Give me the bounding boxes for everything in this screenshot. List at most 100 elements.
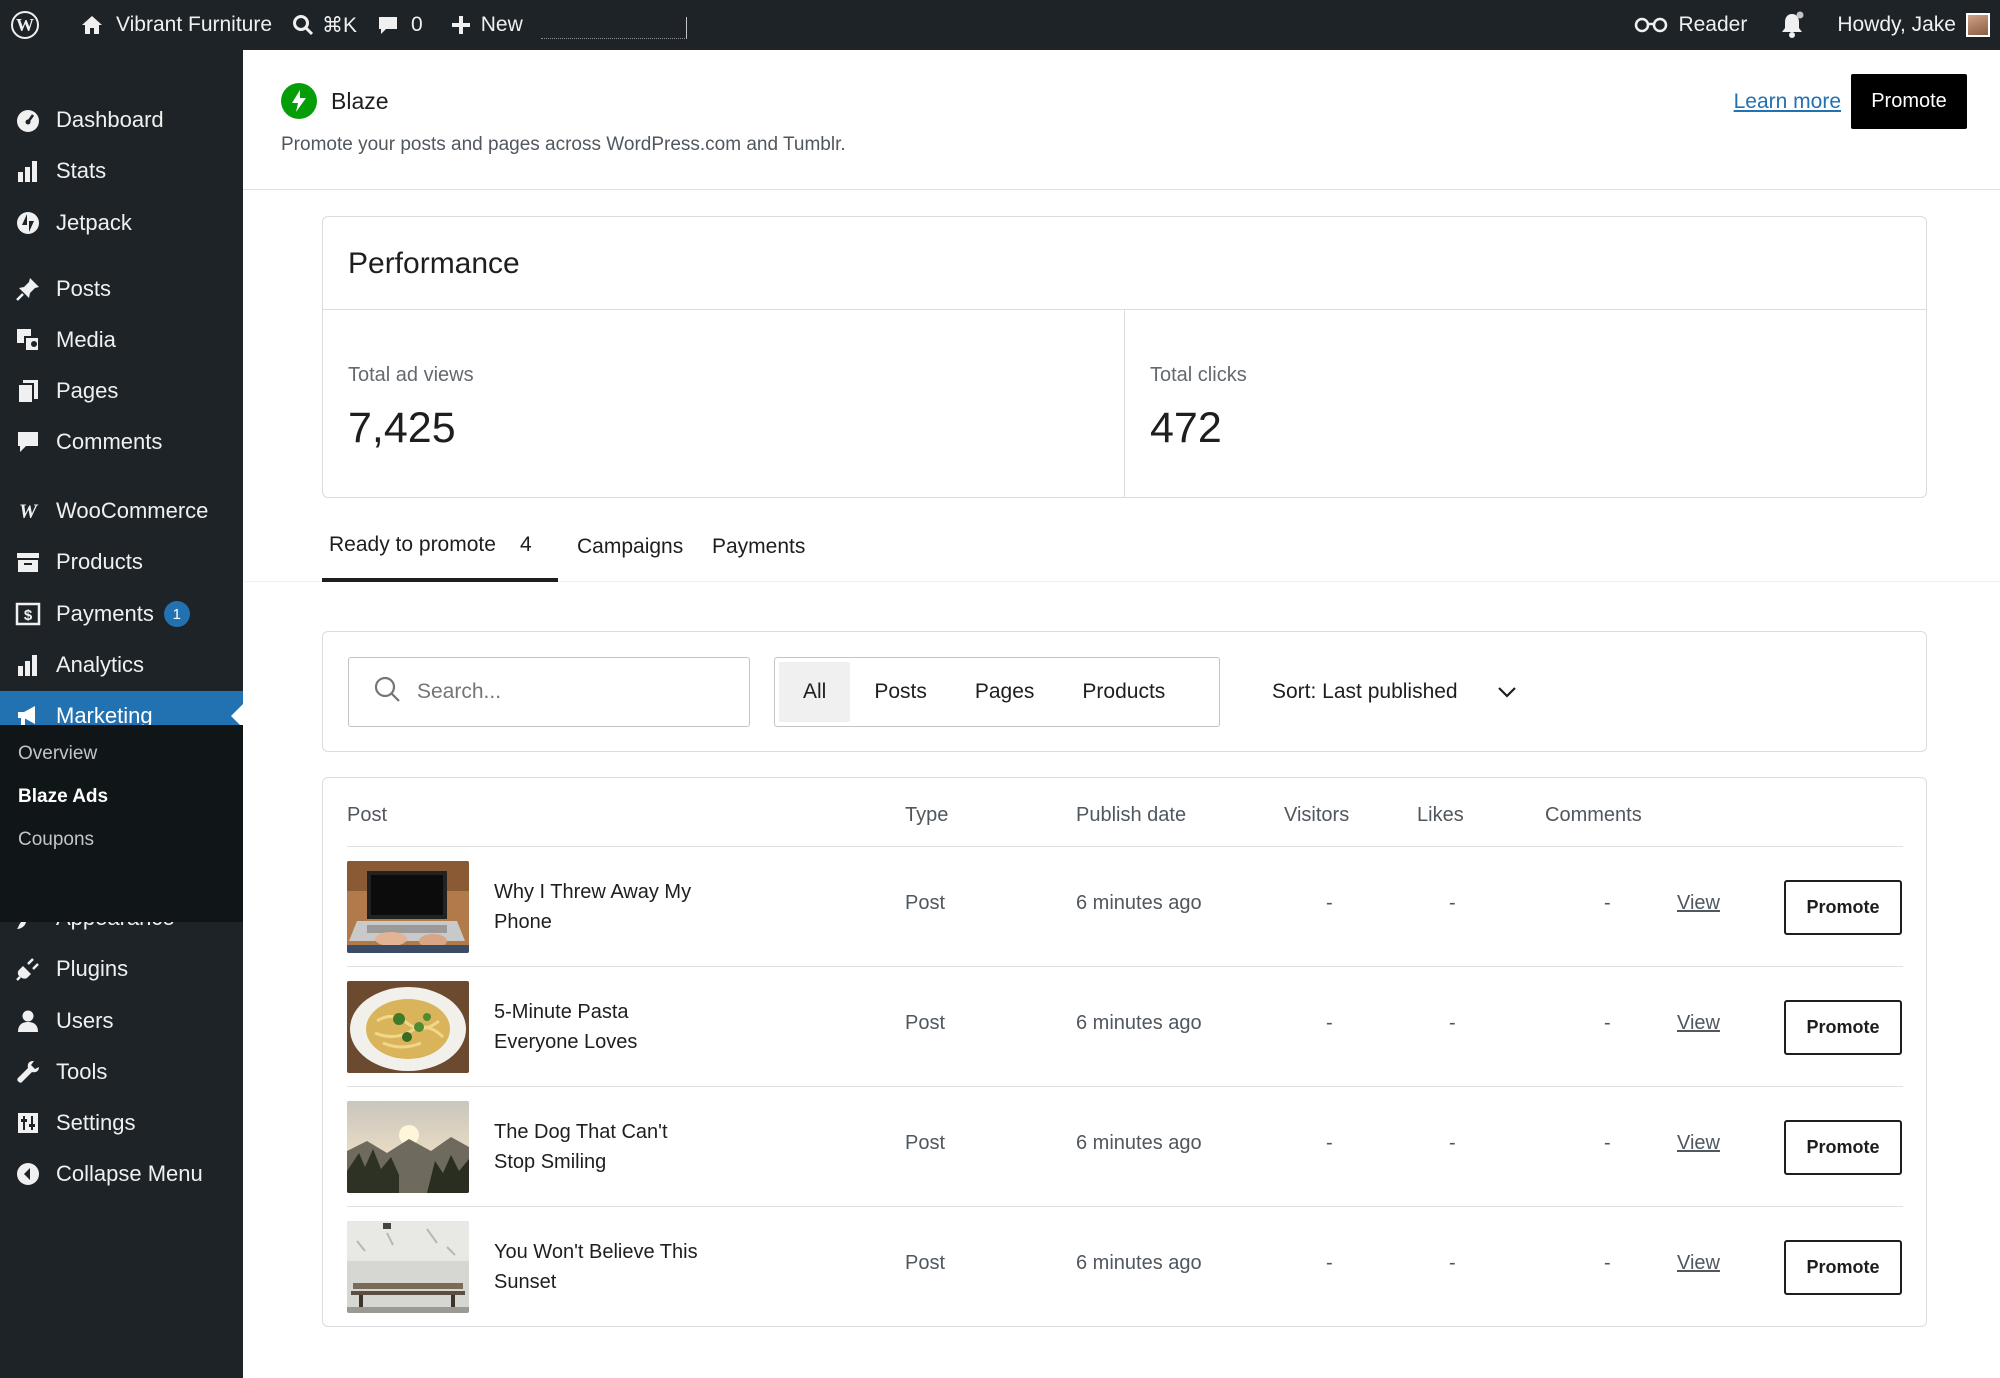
site-name-link[interactable]: Vibrant Furniture — [50, 0, 282, 50]
visitors-value: - — [1326, 1252, 1333, 1274]
learn-more-link[interactable]: Learn more — [1734, 90, 1841, 114]
post-thumbnail[interactable] — [347, 1101, 469, 1193]
pin-icon — [14, 275, 42, 303]
account-menu[interactable]: Howdy, Jake — [1827, 0, 2000, 50]
sidebar-item-tools[interactable]: Tools — [0, 1047, 243, 1097]
view-link[interactable]: View — [1677, 1132, 1720, 1155]
post-title[interactable]: Why I Threw Away My Phone — [494, 877, 714, 937]
post-thumbnail[interactable] — [347, 861, 469, 953]
comments-link[interactable]: 0 — [367, 0, 433, 50]
sidebar-item-payments[interactable]: $ Payments 1 — [0, 589, 243, 639]
submenu-item-blaze-ads[interactable]: Blaze Ads — [18, 786, 108, 808]
likes-value: - — [1449, 892, 1456, 914]
view-link[interactable]: View — [1677, 892, 1720, 915]
ad-views-value: 7,425 — [348, 404, 456, 452]
new-content-button[interactable]: New — [433, 0, 533, 50]
likes-value: - — [1449, 1252, 1456, 1274]
blaze-brand: Blaze — [281, 83, 389, 119]
page-header: Blaze Promote your posts and pages acros… — [243, 50, 2000, 190]
sidebar-item-dashboard[interactable]: Dashboard — [0, 95, 243, 145]
search-shortcut-label: ⌘K — [322, 13, 358, 37]
sidebar-item-plugins[interactable]: Plugins — [0, 944, 243, 994]
sidebar-item-label: Dashboard — [56, 107, 164, 132]
collapse-icon — [14, 1160, 42, 1188]
promote-post-button[interactable]: Promote — [1784, 1240, 1902, 1295]
post-title[interactable]: The Dog That Can't Stop Smiling — [494, 1117, 714, 1177]
settings-icon — [14, 1109, 42, 1137]
main-content: Blaze Promote your posts and pages acros… — [243, 50, 2000, 1378]
view-link[interactable]: View — [1677, 1012, 1720, 1035]
promote-post-button[interactable]: Promote — [1784, 1120, 1902, 1175]
sidebar-item-label: Collapse Menu — [56, 1161, 203, 1186]
page-title: Blaze — [331, 87, 389, 114]
clicks-value: 472 — [1150, 404, 1222, 452]
publish-date: 6 minutes ago — [1076, 1012, 1202, 1034]
sidebar-item-label: Stats — [56, 158, 107, 183]
sidebar-item-settings[interactable]: Settings — [0, 1098, 243, 1148]
sidebar-item-label: Media — [56, 327, 116, 352]
comments-value: - — [1604, 892, 1611, 914]
dollar-icon: $ — [14, 600, 42, 628]
post-type: Post — [905, 1132, 946, 1154]
new-label: New — [480, 13, 523, 36]
sidebar-item-comments[interactable]: Comments — [0, 417, 243, 467]
promote-button[interactable]: Promote — [1851, 74, 1967, 129]
tab-campaigns[interactable]: Campaigns — [577, 512, 683, 582]
post-title[interactable]: You Won't Believe This Sunset — [494, 1237, 714, 1297]
promote-post-button[interactable]: Promote — [1784, 1000, 1902, 1055]
sidebar-item-collapse-menu[interactable]: Collapse Menu — [0, 1149, 243, 1199]
filter-posts[interactable]: Posts — [850, 662, 951, 722]
comments-value: - — [1604, 1252, 1611, 1274]
notifications-bell-icon[interactable] — [1757, 0, 1827, 50]
sidebar-item-label: Posts — [56, 276, 112, 301]
tab-ready-to-promote[interactable]: Ready to promote 4 — [322, 512, 558, 582]
sort-dropdown[interactable]: Sort: Last published — [1272, 657, 1518, 727]
sidebar-item-pages[interactable]: Pages — [0, 366, 243, 416]
avatar — [1966, 13, 1990, 37]
sidebar-item-label: Settings — [56, 1110, 136, 1135]
filter-pages[interactable]: Pages — [951, 662, 1059, 722]
site-name: Vibrant Furniture — [116, 13, 273, 36]
sidebar-item-users[interactable]: Users — [0, 996, 243, 1046]
sidebar-item-label: Analytics — [56, 652, 145, 677]
posts-table: Post Type Publish date Visitors Likes Co… — [322, 777, 1927, 1327]
ad-views-label: Total ad views — [348, 364, 474, 386]
performance-title: Performance — [348, 247, 520, 280]
search-shortcut[interactable]: ⌘K — [282, 0, 367, 50]
page-subtitle: Promote your posts and pages across Word… — [281, 134, 846, 155]
filter-products[interactable]: Products — [1058, 662, 1189, 722]
sidebar-item-posts[interactable]: Posts — [0, 264, 243, 314]
sidebar-item-products[interactable]: Products — [0, 537, 243, 587]
search-icon — [373, 675, 401, 709]
plug-icon — [14, 955, 42, 983]
wordpress-logo-icon[interactable]: W — [0, 0, 50, 50]
post-title[interactable]: 5-Minute Pasta Everyone Loves — [494, 997, 714, 1057]
sidebar-item-label: Payments — [56, 601, 154, 626]
sidebar-item-media[interactable]: Media — [0, 315, 243, 365]
view-link[interactable]: View — [1677, 1252, 1720, 1275]
adminbar-search-field[interactable] — [540, 17, 687, 39]
sidebar-item-label: Pages — [56, 378, 119, 403]
filter-all[interactable]: All — [779, 662, 851, 722]
sidebar-item-stats[interactable]: Stats — [0, 146, 243, 196]
sidebar-item-jetpack[interactable]: Jetpack — [0, 198, 243, 248]
submenu-item-coupons[interactable]: Coupons — [18, 829, 94, 851]
promote-post-button[interactable]: Promote — [1784, 880, 1902, 935]
sidebar-item-woocommerce[interactable]: W WooCommerce — [0, 486, 243, 536]
search-input[interactable]: Search... — [348, 657, 750, 727]
publish-date: 6 minutes ago — [1076, 892, 1202, 914]
filters-card: Search... All Posts Pages Products Sort:… — [322, 631, 1927, 752]
reader-link[interactable]: Reader — [1624, 0, 1757, 50]
submenu-item-overview[interactable]: Overview — [18, 743, 97, 765]
post-thumbnail[interactable] — [347, 1221, 469, 1313]
tab-payments[interactable]: Payments — [712, 512, 805, 582]
column-header-likes: Likes — [1417, 804, 1464, 826]
comments-value: - — [1604, 1012, 1611, 1034]
woo-icon: W — [14, 497, 42, 525]
sidebar-item-label: Plugins — [56, 956, 129, 981]
marketing-submenu: Overview Blaze Ads Coupons — [0, 725, 243, 922]
post-type: Post — [905, 1252, 946, 1274]
sidebar-item-analytics[interactable]: Analytics — [0, 640, 243, 690]
post-thumbnail[interactable] — [347, 981, 469, 1073]
svg-text:$: $ — [24, 607, 33, 624]
